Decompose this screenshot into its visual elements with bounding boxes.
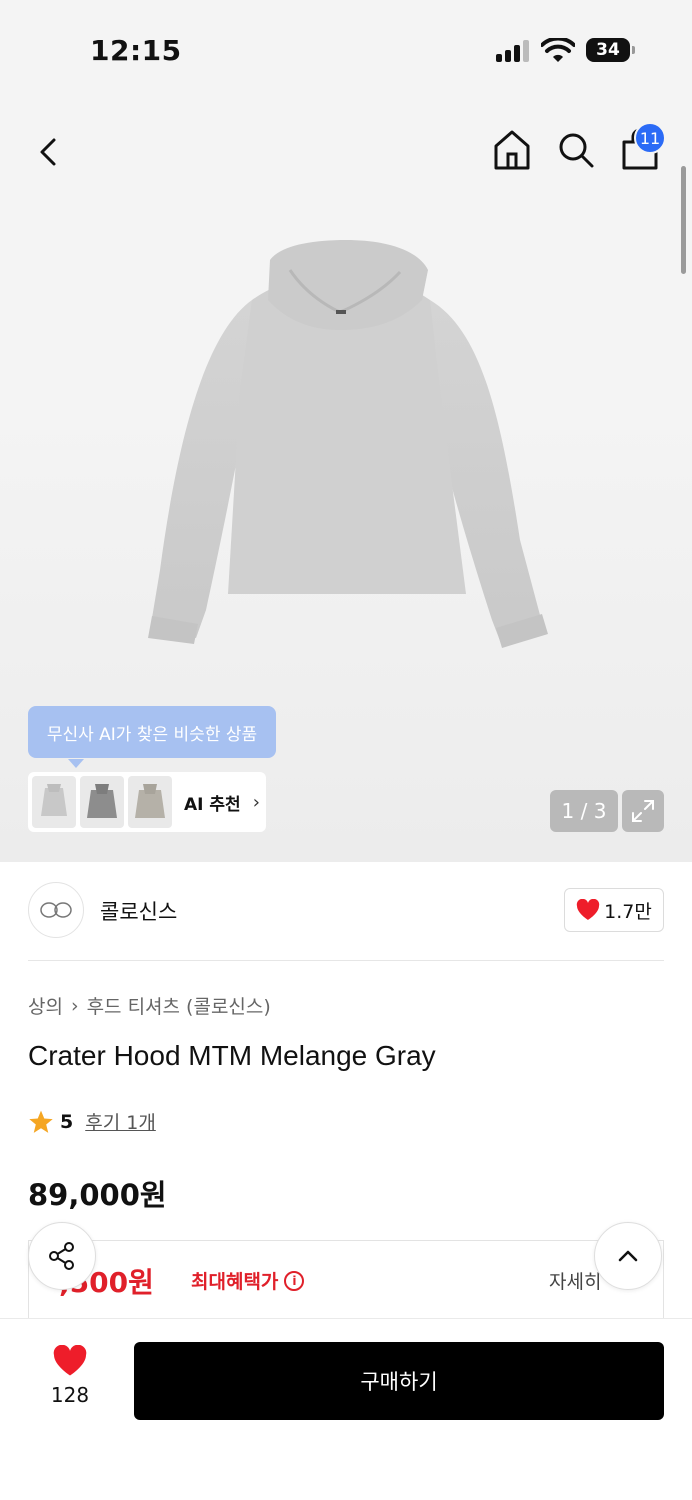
recommended-thumbnail[interactable] xyxy=(80,776,124,828)
product-rating: 5 후기 1개 xyxy=(28,1108,156,1135)
share-button[interactable] xyxy=(28,1222,96,1290)
buy-button[interactable]: 구매하기 xyxy=(134,1342,664,1420)
brand-logo[interactable] xyxy=(28,882,84,938)
ai-recommend-label: AI 추천 xyxy=(184,794,241,815)
search-icon[interactable] xyxy=(556,130,596,170)
cart-count-badge: 11 xyxy=(634,122,666,154)
max-benefit-box: ,500원 최대혜택가 i 자세히 xyxy=(28,1240,664,1330)
divider xyxy=(28,960,664,961)
brand-like-button[interactable]: 1.7만 xyxy=(564,888,664,932)
bottom-action-bar: 128 구매하기 xyxy=(0,1318,692,1500)
info-icon[interactable]: i xyxy=(284,1270,305,1291)
ai-similar-tooltip: 무신사 AI가 찾은 비슷한 상품 xyxy=(28,706,276,768)
product-gallery[interactable]: 11 무신사 AI가 찾은 비슷한 상품 AI 추천 › 1 / 3 xyxy=(0,100,692,862)
scroll-to-top-button[interactable] xyxy=(594,1222,662,1290)
back-arrow-icon[interactable] xyxy=(30,132,70,172)
heart-icon xyxy=(53,1344,87,1376)
status-time: 12:15 xyxy=(90,34,182,67)
product-title: Crater Hood MTM Melange Gray xyxy=(28,1040,436,1071)
share-icon xyxy=(49,1242,74,1270)
hoodie-thumbnail-icon xyxy=(87,784,117,818)
benefit-label: 최대혜택가 i xyxy=(191,1267,305,1294)
wishlist-count: 128 xyxy=(50,1383,90,1407)
brand-row: 콜로신스 1.7만 xyxy=(28,882,664,940)
benefit-detail-link[interactable]: 자세히 xyxy=(549,1267,601,1294)
hoodie-thumbnail-icon xyxy=(41,784,67,816)
brand-logo-icon xyxy=(40,902,72,918)
fullscreen-button[interactable] xyxy=(622,790,664,832)
heart-icon xyxy=(576,899,600,920)
brand-name[interactable]: 콜로신스 xyxy=(100,896,177,926)
hoodie-thumbnail-icon xyxy=(135,784,165,818)
review-count-link[interactable]: 후기 1개 xyxy=(85,1108,156,1135)
product-price: 89,000원 xyxy=(28,1178,167,1212)
status-bar: 12:15 34 xyxy=(0,0,692,100)
breadcrumb-category[interactable]: 상의 xyxy=(28,992,63,1019)
chevron-right-icon: › xyxy=(70,994,79,1017)
home-icon[interactable] xyxy=(492,128,532,172)
breadcrumb: 상의 › 후드 티셔츠 (콜로신스) xyxy=(28,992,271,1019)
benefit-label-text: 최대혜택가 xyxy=(191,1271,279,1293)
ai-recommend-button[interactable]: AI 추천 › xyxy=(28,772,266,832)
cellular-signal-icon xyxy=(496,40,529,62)
battery-icon: 34 xyxy=(586,38,635,62)
rating-score: 5 xyxy=(60,1110,74,1133)
recommended-thumbnail[interactable] xyxy=(32,776,76,828)
wifi-icon xyxy=(541,38,575,62)
expand-icon xyxy=(632,800,654,822)
recommended-thumbnail[interactable] xyxy=(128,776,172,828)
scrollbar[interactable] xyxy=(681,166,686,274)
chevron-up-icon xyxy=(618,1250,638,1262)
brand-like-count: 1.7만 xyxy=(604,900,652,923)
wishlist-button[interactable]: 128 xyxy=(38,1344,102,1407)
battery-level: 34 xyxy=(596,40,620,60)
breadcrumb-subcategory[interactable]: 후드 티셔츠 (콜로신스) xyxy=(87,992,271,1019)
star-icon xyxy=(29,1110,53,1133)
image-page-indicator: 1 / 3 xyxy=(550,790,618,832)
product-hoodie-image[interactable] xyxy=(140,240,550,650)
chevron-right-icon: › xyxy=(252,791,260,813)
